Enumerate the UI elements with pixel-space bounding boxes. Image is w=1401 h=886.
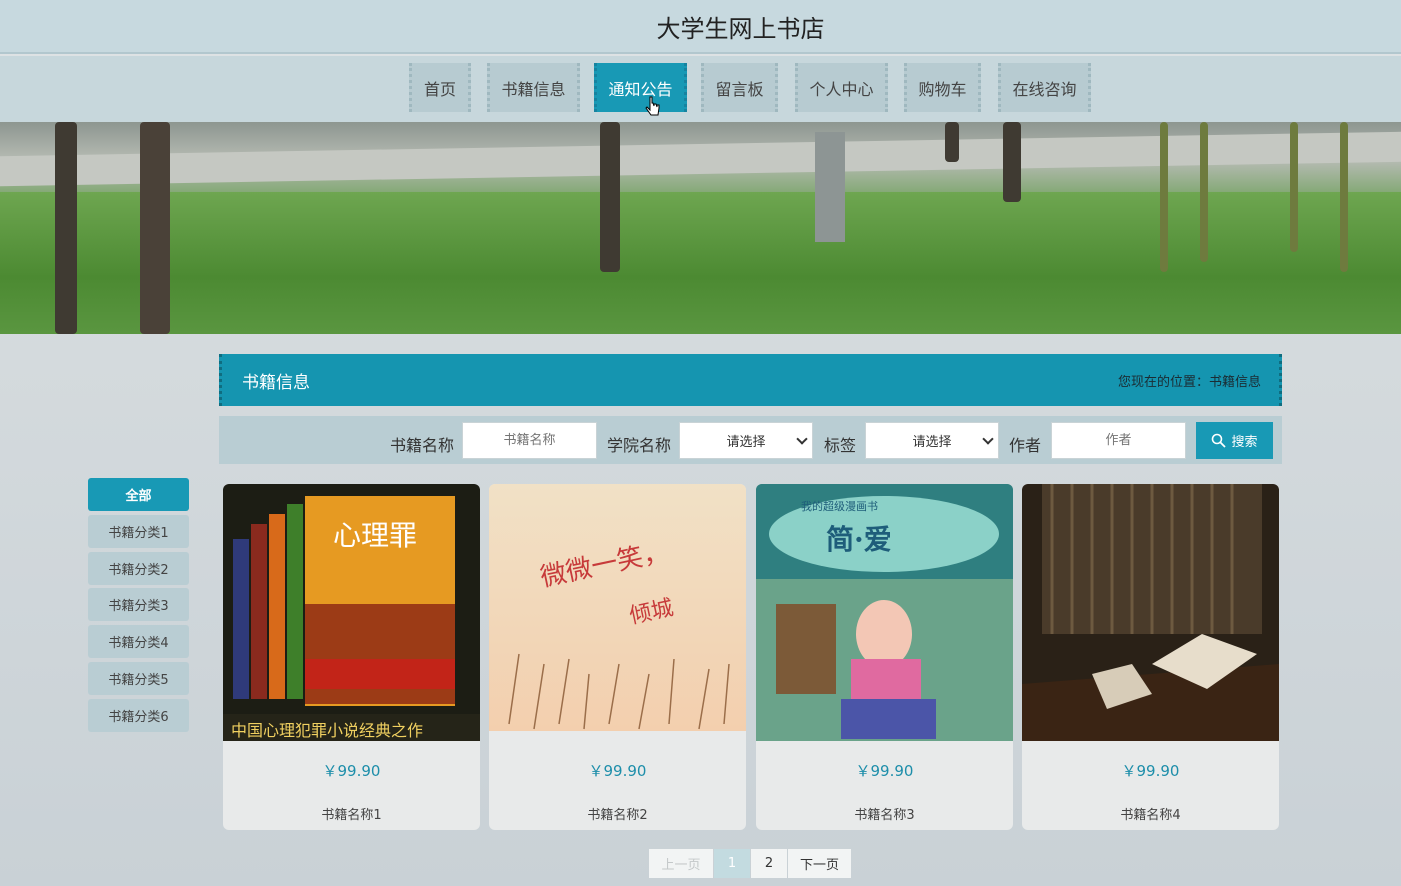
book-card[interactable]: 心理罪 中国心理犯罪小说经典之作 ￥99.90 书籍名称1 xyxy=(223,484,480,830)
book-cover-image[interactable] xyxy=(489,484,746,741)
book-name[interactable]: 书籍名称2 xyxy=(489,804,746,823)
nav-home[interactable]: 首页 xyxy=(409,63,471,112)
nav-cart[interactable]: 购物车 xyxy=(904,63,981,112)
pager-next-button[interactable]: 下一页 xyxy=(788,849,851,878)
book-name[interactable]: 书籍名称1 xyxy=(223,804,480,823)
book-card[interactable]: 简·爱 我的超级漫画书 ￥99.90 书籍名称3 xyxy=(756,484,1013,830)
banner-road xyxy=(0,131,1401,187)
tag-select-value: 请选择 xyxy=(912,435,952,450)
tag-select[interactable]: 请选择 xyxy=(865,422,999,459)
nav-message-board[interactable]: 留言板 xyxy=(701,63,778,112)
banner-bamboo xyxy=(1290,122,1298,252)
book-card[interactable]: ￥99.90 书籍名称4 xyxy=(1022,484,1279,830)
nav-books[interactable]: 书籍信息 xyxy=(487,63,580,112)
book-price: ￥99.90 xyxy=(588,762,647,780)
site-header: 大学生网上书店 xyxy=(0,0,1401,54)
author-input[interactable] xyxy=(1051,422,1186,459)
nav-user-center[interactable]: 个人中心 xyxy=(795,63,888,112)
pager-prev-button[interactable]: 上一页 xyxy=(649,849,713,878)
banner-tree xyxy=(945,122,959,162)
banner-bamboo xyxy=(1160,122,1168,272)
pager-page-1[interactable]: 1 xyxy=(714,849,750,878)
section-header: 书籍信息 您现在的位置：书籍信息 xyxy=(219,354,1282,406)
nav-online-consult[interactable]: 在线咨询 xyxy=(998,63,1091,112)
college-select-value: 请选择 xyxy=(726,435,766,450)
book-name-label: 书籍名称 xyxy=(390,436,455,455)
nav-notices[interactable]: 通知公告 xyxy=(594,63,687,112)
category-item[interactable]: 书籍分类1 xyxy=(88,515,189,548)
chevron-down-icon xyxy=(796,433,808,445)
banner-tree xyxy=(1003,122,1021,202)
chevron-down-icon xyxy=(982,433,994,445)
category-item[interactable]: 书籍分类5 xyxy=(88,662,189,695)
cover-caption-text: 我的超级漫画书 xyxy=(801,500,878,513)
college-select[interactable]: 请选择 xyxy=(679,422,813,459)
book-cover-image[interactable] xyxy=(1022,484,1279,741)
main-nav: 首页 书籍信息 通知公告 留言板 个人中心 购物车 在线咨询 xyxy=(0,56,1401,122)
search-bar: 书籍名称 学院名称 请选择 标签 请选择 作者 搜索 xyxy=(219,416,1282,464)
book-name-input[interactable] xyxy=(462,422,597,459)
banner-tree xyxy=(600,122,620,272)
mouse-cursor-icon xyxy=(645,96,660,116)
banner-tree xyxy=(55,122,77,334)
banner-bamboo xyxy=(1200,122,1208,262)
category-all[interactable]: 全部 xyxy=(88,478,189,511)
banner-grass xyxy=(0,192,1401,334)
tag-label: 标签 xyxy=(824,436,857,455)
college-label: 学院名称 xyxy=(607,436,672,455)
search-button[interactable]: 搜索 xyxy=(1196,422,1273,459)
book-price: ￥99.90 xyxy=(322,762,381,780)
book-price: ￥99.90 xyxy=(1121,762,1180,780)
section-title: 书籍信息 xyxy=(242,373,310,393)
search-button-label: 搜索 xyxy=(1231,434,1258,449)
hero-banner xyxy=(0,122,1401,334)
banner-bamboo xyxy=(1340,122,1348,272)
book-price: ￥99.90 xyxy=(855,762,914,780)
category-item[interactable]: 书籍分类3 xyxy=(88,588,189,621)
cover-caption-text: 中国心理犯罪小说经典之作 xyxy=(231,721,424,740)
author-label: 作者 xyxy=(1009,436,1042,455)
book-name[interactable]: 书籍名称3 xyxy=(756,804,1013,823)
category-item[interactable]: 书籍分类2 xyxy=(88,552,189,585)
banner-pole xyxy=(815,132,845,242)
category-item[interactable]: 书籍分类6 xyxy=(88,699,189,732)
category-item[interactable]: 书籍分类4 xyxy=(88,625,189,658)
search-icon xyxy=(1212,433,1227,448)
book-name[interactable]: 书籍名称4 xyxy=(1022,804,1279,823)
banner-tree xyxy=(140,122,170,334)
breadcrumb: 您现在的位置：书籍信息 xyxy=(1117,375,1261,390)
site-title: 大学生网上书店 xyxy=(656,14,825,43)
book-card[interactable]: 微微一笑， 倾城 ￥99.90 书籍名称2 xyxy=(489,484,746,830)
cover-title-text: 简·爱 xyxy=(826,523,892,556)
cover-title-text: 心理罪 xyxy=(333,519,418,552)
pager-page-2[interactable]: 2 xyxy=(751,849,787,878)
